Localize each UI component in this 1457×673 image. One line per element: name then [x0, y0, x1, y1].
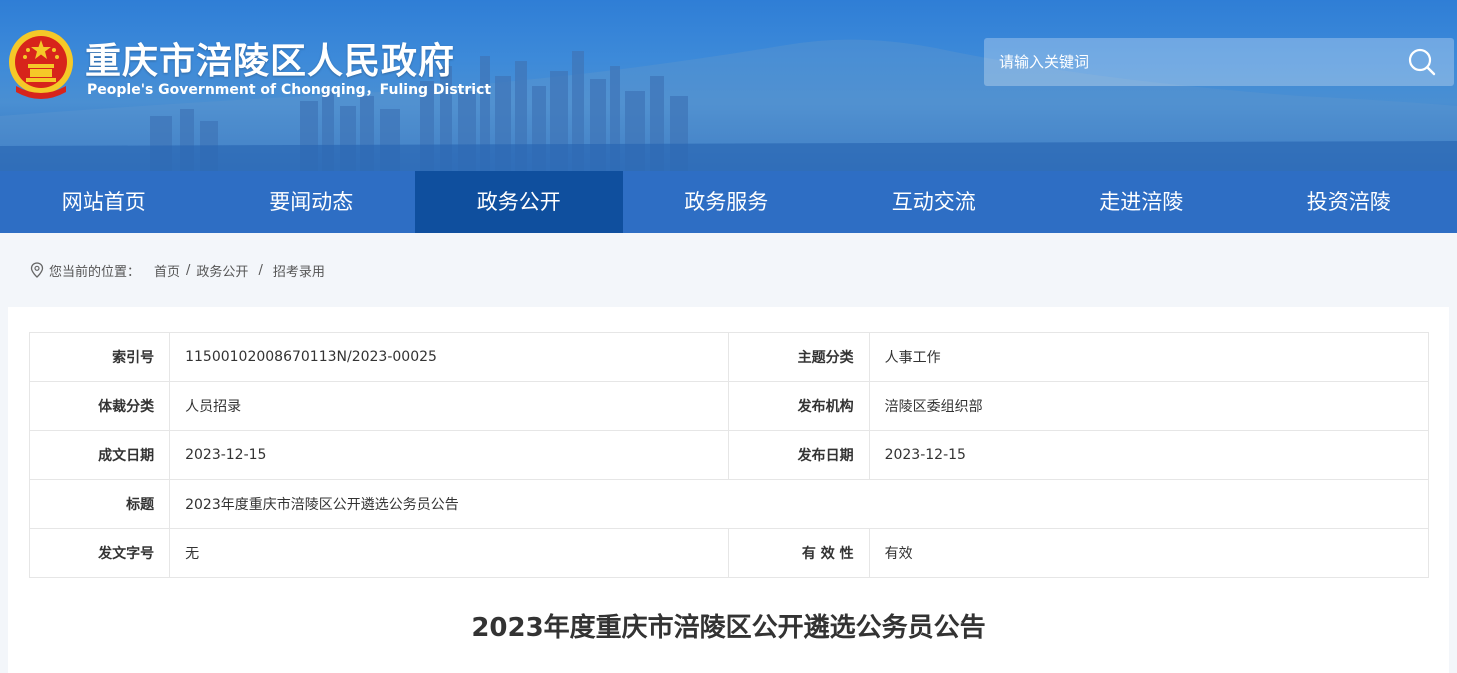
meta-value-written-date: 2023-12-15: [169, 430, 730, 480]
meta-key-publish-date: 发布日期: [728, 430, 870, 480]
meta-key-document-number: 发文字号: [28, 528, 171, 578]
meta-key-topic-category: 主题分类: [728, 332, 870, 382]
article-content: 索引号 11500102008670113N/2023-00025 主题分类 人…: [8, 307, 1449, 673]
main-nav: 网站首页 要闻动态 政务公开 政务服务 互动交流 走进涪陵 投资涪陵: [0, 171, 1457, 233]
meta-value-publish-date: 2023-12-15: [868, 430, 1430, 480]
nav-item-invest-fuling[interactable]: 投资涪陵: [1245, 171, 1453, 233]
search-input[interactable]: [984, 38, 1384, 86]
site-title: 重庆市涪陵区人民政府: [85, 41, 456, 82]
nav-item-news[interactable]: 要闻动态: [208, 171, 416, 233]
meta-value-index-number: 11500102008670113N/2023-00025: [169, 332, 730, 382]
meta-key-written-date: 成文日期: [28, 430, 171, 480]
meta-key-validity: 有 效 性: [728, 528, 870, 578]
meta-value-document-number: 无: [169, 528, 730, 578]
breadcrumb-link-home[interactable]: 首页: [154, 261, 180, 280]
site-subtitle: People's Government of Chongqing，Fuling …: [87, 82, 492, 98]
meta-value-title: 2023年度重庆市涪陵区公开遴选公务员公告: [169, 479, 1429, 529]
nav-item-interaction[interactable]: 互动交流: [830, 171, 1038, 233]
table-row: 标题 2023年度重庆市涪陵区公开遴选公务员公告: [28, 479, 1429, 529]
breadcrumb-separator: /: [258, 262, 263, 278]
table-row: 索引号 11500102008670113N/2023-00025 主题分类 人…: [28, 332, 1430, 382]
location-pin-icon: [30, 262, 44, 278]
meta-key-genre: 体裁分类: [28, 381, 171, 431]
breadcrumb-prefix: 您当前的位置：: [49, 264, 141, 280]
table-row: 发文字号 无 有 效 性 有效: [28, 528, 1430, 578]
site-header: 重庆市涪陵区人民政府 People's Government of Chongq…: [0, 0, 1457, 171]
breadcrumb-link-government-affairs-open[interactable]: 政务公开: [196, 261, 248, 280]
search-icon[interactable]: [1408, 48, 1436, 76]
table-row: 成文日期 2023-12-15 发布日期 2023-12-15: [28, 430, 1430, 480]
meta-value-publisher: 涪陵区委组织部: [868, 381, 1430, 431]
search-box: [984, 38, 1454, 86]
meta-value-validity: 有效: [868, 528, 1430, 578]
document-metadata-table: 索引号 11500102008670113N/2023-00025 主题分类 人…: [28, 332, 1430, 578]
article-title: 2023年度重庆市涪陵区公开遴选公务员公告: [471, 613, 986, 643]
nav-item-government-affairs-open[interactable]: 政务公开: [415, 171, 623, 233]
nav-item-government-services[interactable]: 政务服务: [623, 171, 831, 233]
nav-item-home[interactable]: 网站首页: [0, 171, 208, 233]
national-emblem-icon: [9, 30, 73, 99]
nav-item-about-fuling[interactable]: 走进涪陵: [1038, 171, 1246, 233]
meta-value-genre: 人员招录: [169, 381, 730, 431]
breadcrumb: 您当前的位置： 首页 / 政务公开 / 招考录用: [0, 233, 1457, 307]
breadcrumb-separator: /: [186, 262, 191, 278]
meta-key-title: 标题: [28, 479, 171, 529]
breadcrumb-link-recruitment[interactable]: 招考录用: [273, 261, 325, 280]
meta-key-publisher: 发布机构: [728, 381, 870, 431]
table-row: 体裁分类 人员招录 发布机构 涪陵区委组织部: [28, 381, 1430, 431]
meta-value-topic-category: 人事工作: [868, 332, 1430, 382]
meta-key-index-number: 索引号: [28, 332, 171, 382]
